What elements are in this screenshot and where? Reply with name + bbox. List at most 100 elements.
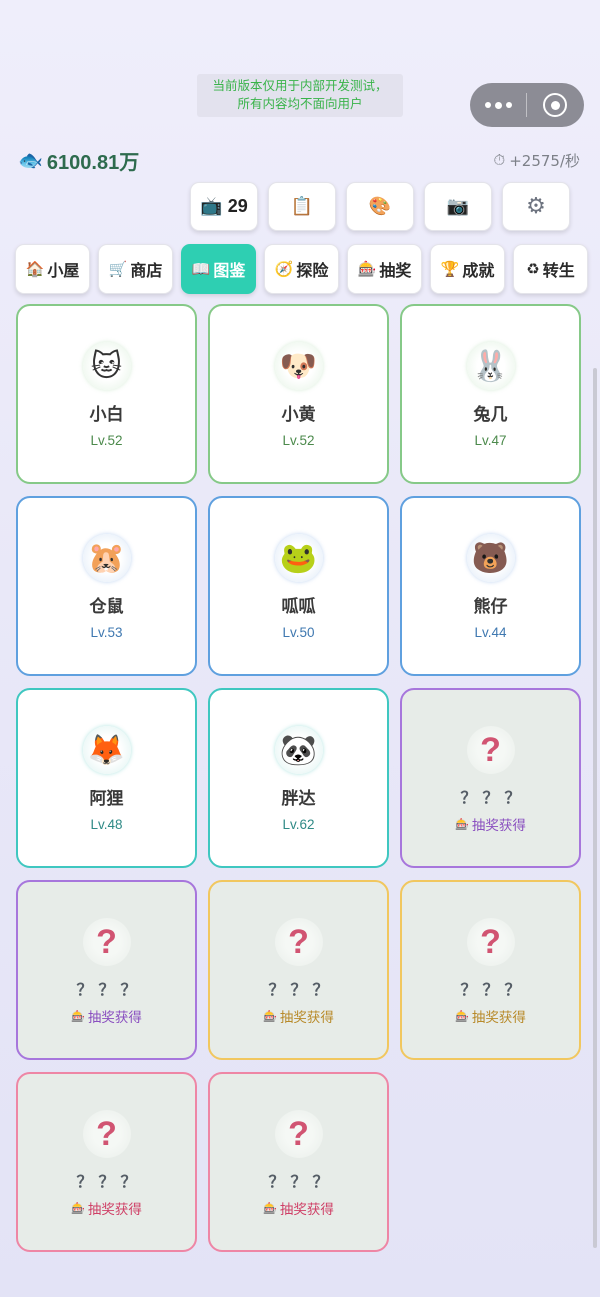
collection-scroll-area: 🐱 小白 Lv.52 🐶 小黄 Lv.52 🐰 兔几 Lv.47 🐹 仓鼠 Lv… bbox=[16, 298, 582, 1297]
tab-label: 转生 bbox=[542, 261, 575, 280]
locked-pet-card[interactable]: ? ？？？ 🎰 抽奖获得 bbox=[400, 880, 581, 1060]
pet-name: 胖达 bbox=[281, 789, 316, 809]
locked-pet-card[interactable]: ? ？？？ 🎰 抽奖获得 bbox=[400, 688, 581, 868]
tab-lottery[interactable]: 🎰 抽奖 bbox=[347, 244, 422, 294]
close-icon[interactable] bbox=[527, 83, 583, 127]
slot-machine-icon: 🎰 bbox=[263, 1009, 277, 1023]
pet-name: 兔几 bbox=[473, 405, 508, 425]
unknown-pet-name: ？？？ bbox=[460, 980, 527, 999]
dog-icon: 🐶 bbox=[274, 342, 323, 390]
pet-level: Lv.52 bbox=[90, 433, 123, 448]
settings-button[interactable]: ⚙ bbox=[502, 182, 570, 231]
trophy-icon: 🏆 bbox=[440, 260, 460, 278]
locked-pet-card[interactable]: ? ？？？ 🎰 抽奖获得 bbox=[16, 880, 197, 1060]
question-mark-icon: ? bbox=[466, 726, 515, 774]
question-mark-icon: ? bbox=[274, 918, 323, 966]
tab-achievements[interactable]: 🏆 成就 bbox=[430, 244, 505, 294]
more-icon[interactable] bbox=[470, 83, 526, 127]
income-rate-value: +2575/秒 bbox=[509, 151, 580, 170]
unlock-hint-text: 抽奖获得 bbox=[279, 1202, 334, 1218]
pet-name: 小黄 bbox=[281, 405, 316, 425]
pet-name: 仓鼠 bbox=[89, 597, 124, 617]
scrollbar[interactable] bbox=[593, 368, 597, 1248]
unknown-pet-name: ？？？ bbox=[76, 980, 143, 999]
pet-card[interactable]: 🐼 胖达 Lv.62 bbox=[208, 688, 389, 868]
pet-name: 呱呱 bbox=[281, 597, 316, 617]
compass-icon: 🧭 bbox=[274, 260, 294, 278]
house-icon: 🏠 bbox=[25, 260, 45, 278]
tasks-button[interactable]: 📋 bbox=[268, 182, 336, 231]
tab-shop[interactable]: 🛒 商店 bbox=[98, 244, 173, 294]
locked-pet-card[interactable]: ? ？？？ 🎰 抽奖获得 bbox=[16, 1072, 197, 1252]
tv-button[interactable]: 📺 29 bbox=[190, 182, 258, 231]
camera-icon: 📷 bbox=[446, 196, 470, 217]
unlock-hint-text: 抽奖获得 bbox=[279, 1010, 334, 1026]
clipboard-icon: 📋 bbox=[290, 196, 314, 217]
gear-icon: ⚙ bbox=[526, 194, 546, 219]
pet-level: Lv.52 bbox=[282, 433, 315, 448]
unlock-hint-text: 抽奖获得 bbox=[471, 1010, 526, 1026]
slot-machine-icon: 🎰 bbox=[71, 1201, 85, 1215]
locked-pet-card[interactable]: ? ？？？ 🎰 抽奖获得 bbox=[208, 880, 389, 1060]
question-mark-icon: ? bbox=[466, 918, 515, 966]
dev-notice-banner: 当前版本仅用于内部开发测试， 所有内容均不面向用户 bbox=[197, 74, 403, 117]
pet-name: 阿狸 bbox=[89, 789, 124, 809]
income-rate: ⏱ +2575/秒 bbox=[494, 148, 581, 172]
fox-icon: 🦊 bbox=[82, 726, 131, 774]
unknown-pet-name: ？？？ bbox=[268, 1172, 335, 1191]
tab-label: 成就 bbox=[462, 261, 495, 280]
book-icon: 📖 bbox=[191, 260, 211, 278]
unlock-hint-text: 抽奖获得 bbox=[87, 1010, 142, 1026]
unknown-pet-name: ？？？ bbox=[76, 1172, 143, 1191]
pet-card[interactable]: 🦊 阿狸 Lv.48 bbox=[16, 688, 197, 868]
dev-notice-line1: 当前版本仅用于内部开发测试， bbox=[212, 78, 388, 93]
photo-button[interactable]: 📷 bbox=[424, 182, 492, 231]
cart-icon: 🛒 bbox=[108, 260, 128, 278]
tv-icon: 📺 bbox=[200, 196, 223, 217]
unknown-pet-name: ？？？ bbox=[268, 980, 335, 999]
pet-card[interactable]: 🐶 小黄 Lv.52 bbox=[208, 304, 389, 484]
unlock-hint: 🎰 抽奖获得 bbox=[71, 1006, 142, 1027]
tab-label: 图鉴 bbox=[213, 261, 246, 280]
main-tabs: 🏠 小屋 🛒 商店 📖 图鉴 🧭 探险 🎰 抽奖 🏆 成就 ♻ 转生 bbox=[15, 244, 588, 294]
pet-level: Lv.44 bbox=[474, 625, 507, 640]
pet-level: Lv.53 bbox=[90, 625, 123, 640]
question-mark-icon: ? bbox=[82, 918, 131, 966]
stopwatch-icon: ⏱ bbox=[493, 151, 506, 169]
unlock-hint: 🎰 抽奖获得 bbox=[263, 1006, 334, 1027]
pet-name: 熊仔 bbox=[473, 597, 508, 617]
pet-collection-grid: 🐱 小白 Lv.52 🐶 小黄 Lv.52 🐰 兔几 Lv.47 🐹 仓鼠 Lv… bbox=[16, 304, 582, 1252]
unlock-hint-text: 抽奖获得 bbox=[87, 1202, 142, 1218]
fish-icon: 🐟 bbox=[18, 148, 43, 172]
pet-card[interactable]: 🐹 仓鼠 Lv.53 bbox=[16, 496, 197, 676]
rabbit-icon: 🐰 bbox=[466, 342, 515, 390]
bear-icon: 🐻 bbox=[466, 534, 515, 582]
toolbar: 📺 29 📋 🎨 📷 ⚙ bbox=[190, 182, 570, 231]
unlock-hint: 🎰 抽奖获得 bbox=[455, 1006, 526, 1027]
pet-card[interactable]: 🐰 兔几 Lv.47 bbox=[400, 304, 581, 484]
skin-button[interactable]: 🎨 bbox=[346, 182, 414, 231]
fish-amount: 6100.81万 bbox=[46, 151, 140, 174]
tab-label: 探险 bbox=[296, 261, 329, 280]
locked-pet-card[interactable]: ? ？？？ 🎰 抽奖获得 bbox=[208, 1072, 389, 1252]
frog-icon: 🐸 bbox=[274, 534, 323, 582]
pet-card[interactable]: 🐻 熊仔 Lv.44 bbox=[400, 496, 581, 676]
tab-explore[interactable]: 🧭 探险 bbox=[264, 244, 339, 294]
palette-icon: 🎨 bbox=[368, 196, 392, 217]
slot-machine-icon: 🎰 bbox=[455, 817, 469, 831]
unlock-hint: 🎰 抽奖获得 bbox=[263, 1198, 334, 1219]
fish-currency: 🐟 6100.81万 bbox=[18, 145, 139, 175]
pet-level: Lv.62 bbox=[282, 817, 315, 832]
panda-icon: 🐼 bbox=[274, 726, 323, 774]
cat-icon: 🐱 bbox=[82, 342, 131, 390]
pet-level: Lv.48 bbox=[90, 817, 123, 832]
tab-rebirth[interactable]: ♻ 转生 bbox=[513, 244, 588, 294]
unlock-hint-text: 抽奖获得 bbox=[471, 818, 526, 834]
unlock-hint: 🎰 抽奖获得 bbox=[455, 814, 526, 835]
pet-card[interactable]: 🐱 小白 Lv.52 bbox=[16, 304, 197, 484]
tab-house[interactable]: 🏠 小屋 bbox=[15, 244, 90, 294]
tab-collection[interactable]: 📖 图鉴 bbox=[181, 244, 256, 294]
slot-machine-icon: 🎰 bbox=[71, 1009, 85, 1023]
pet-card[interactable]: 🐸 呱呱 Lv.50 bbox=[208, 496, 389, 676]
hamster-icon: 🐹 bbox=[82, 534, 131, 582]
